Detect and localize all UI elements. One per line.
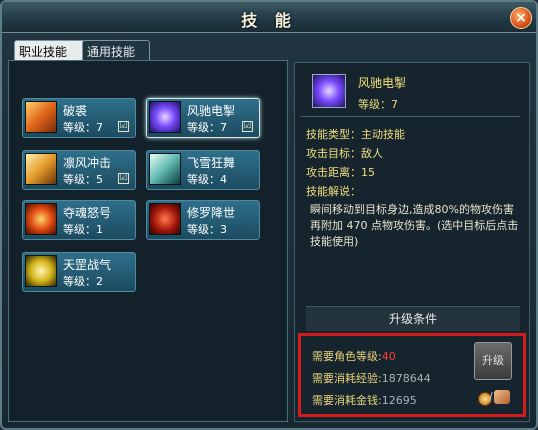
skill-name: 天罡战气	[63, 258, 112, 272]
skill-level: 等级：4	[187, 173, 227, 186]
currency-slash: /	[489, 390, 493, 403]
auto-checkbox[interactable]: ☑	[118, 173, 129, 184]
skill-icon-feixue	[149, 153, 181, 185]
skill-type-row: 技能类型：主动技能	[306, 126, 405, 142]
close-icon[interactable]: ×	[510, 7, 532, 29]
req-level-label: 需要角色等级:	[312, 350, 382, 363]
skill-name: 凛风冲击	[63, 156, 112, 170]
skill-icon-linfeng	[25, 153, 57, 185]
skill-description: 瞬间移动到目标身边,造成80%的物攻伤害再附加 470 点物攻伤害。(选中目标后…	[310, 203, 519, 248]
skill-icon-xiuluo	[149, 203, 181, 235]
skill-level: 等级：7	[187, 121, 227, 134]
skill-name: 夺魂怒号	[63, 206, 112, 220]
skill-level: 等级：5	[63, 173, 103, 186]
skill-card-linfeng[interactable]: 凛风冲击 等级：5 ☑	[22, 150, 136, 190]
req-level-value: 40	[381, 350, 396, 363]
detail-skill-level: 等级：7	[358, 98, 398, 111]
attack-range-row: 攻击距离：15	[306, 164, 375, 180]
upgrade-button[interactable]: 升级	[474, 342, 512, 380]
skill-level: 等级：7	[63, 121, 103, 134]
skill-name: 破裘	[63, 104, 88, 118]
attack-range-label: 攻击距离：	[306, 166, 361, 179]
window-title: 技 能	[241, 11, 297, 30]
req-gold-value: 12695	[381, 394, 417, 407]
skill-icon-poqiu	[25, 101, 57, 133]
req-exp-label: 需要消耗经验:	[312, 372, 382, 385]
skill-card-tiangang[interactable]: 天罡战气 等级：2	[22, 252, 136, 292]
detail-skill-name: 风驰电掣	[358, 76, 407, 90]
req-gold-row: 需要消耗金钱:12695	[312, 392, 417, 408]
detail-skill-icon	[312, 74, 346, 108]
attack-target-row: 攻击目标：敌人	[306, 145, 383, 161]
skill-name: 飞雪狂舞	[187, 156, 236, 170]
req-exp-value: 1878644	[381, 372, 431, 385]
skill-name: 修罗降世	[187, 206, 236, 220]
req-gold-label: 需要消耗金钱:	[312, 394, 382, 407]
skill-level: 等级：2	[63, 275, 103, 288]
skill-icon-tiangang	[25, 255, 57, 287]
skill-card-xiuluo[interactable]: 修罗降世 等级：3	[146, 200, 260, 240]
skill-type-label: 技能类型：	[306, 128, 361, 141]
upgrade-header: 升级条件	[306, 306, 520, 331]
skill-icon-duohun	[25, 203, 57, 235]
skill-card-poqiu[interactable]: 破裘 等级：7 ☑	[22, 98, 136, 138]
skill-level: 等级：3	[187, 223, 227, 236]
attack-range-value: 15	[361, 166, 375, 179]
attack-target-label: 攻击目标：	[306, 147, 361, 160]
title-bar: 技 能 ×	[2, 2, 536, 33]
req-exp-row: 需要消耗经验:1878644	[312, 370, 431, 386]
auto-checkbox[interactable]: ☑	[242, 121, 253, 132]
divider	[300, 116, 520, 117]
skill-card-duohun[interactable]: 夺魂怒号 等级：1	[22, 200, 136, 240]
skill-icon-fengchidianche	[149, 101, 181, 133]
skill-desc-label: 技能解说：	[306, 185, 361, 198]
bound-gold-icon	[494, 390, 510, 404]
auto-checkbox[interactable]: ☑	[118, 121, 129, 132]
skill-name: 风驰电掣	[187, 104, 236, 118]
attack-target-value: 敌人	[361, 147, 383, 160]
skill-level: 等级：1	[63, 223, 103, 236]
skill-card-feixue[interactable]: 飞雪狂舞 等级：4	[146, 150, 260, 190]
skill-type-value: 主动技能	[361, 128, 405, 141]
req-level-row: 需要角色等级:40	[312, 348, 396, 364]
skill-card-fengchidianche[interactable]: 风驰电掣 等级：7 ☑	[146, 98, 260, 138]
